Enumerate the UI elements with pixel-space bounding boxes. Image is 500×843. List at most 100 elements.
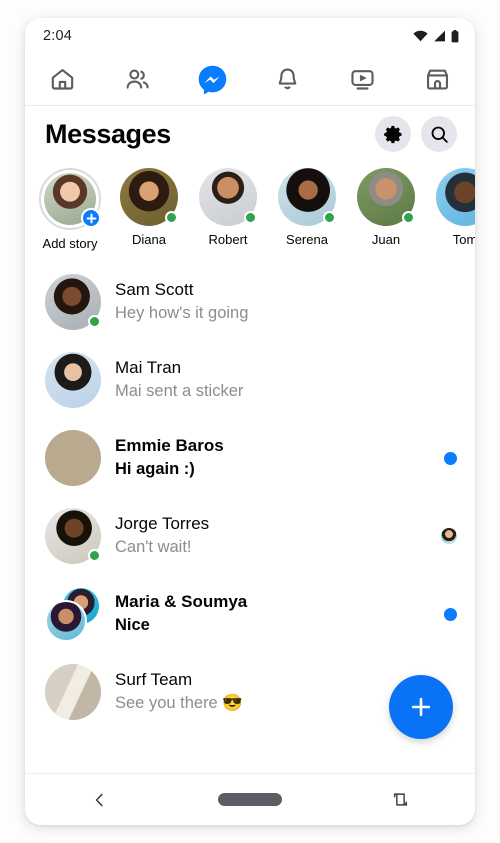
conversation-status	[437, 607, 457, 621]
conversation-avatar	[45, 586, 101, 642]
story-avatar	[357, 168, 415, 226]
conversation-row-jorge-torres[interactable]: Jorge Torres Can't wait!	[25, 497, 475, 575]
cellular-signal-icon	[434, 30, 445, 42]
conversation-text: Mai Tran Mai sent a sticker	[115, 356, 423, 404]
conversation-preview: Nice	[115, 616, 150, 635]
conversation-text: Maria & Soumya Nice	[115, 590, 423, 638]
conversation-avatar	[45, 274, 101, 330]
system-back-button[interactable]	[25, 791, 175, 809]
online-indicator	[244, 211, 257, 224]
online-indicator	[165, 211, 178, 224]
status-bar-clock: 2:04	[43, 28, 73, 44]
conversation-avatar	[45, 430, 101, 486]
system-navigation-bar	[25, 773, 475, 825]
conversation-preview: Mai sent a sticker	[115, 382, 244, 401]
conversation-preview: See you there 😎	[115, 694, 243, 713]
online-indicator	[402, 211, 415, 224]
nav-item-notifications[interactable]	[250, 54, 325, 105]
nav-item-marketplace[interactable]	[400, 54, 475, 105]
search-icon	[431, 126, 448, 143]
conversation-text: Emmie Baros Hi again :)	[115, 434, 423, 482]
conversation-text: Sam Scott Hey how's it going	[115, 278, 423, 326]
system-rotate-button[interactable]	[325, 790, 475, 809]
story-label: Tom	[452, 232, 475, 247]
avatar	[45, 352, 101, 408]
story-label: Add story	[42, 236, 98, 251]
unread-dot	[444, 607, 457, 621]
conversation-avatar	[45, 352, 101, 408]
story-item-robert[interactable]: Robert	[195, 168, 261, 247]
conversation-name: Maria & Soumya	[115, 592, 248, 612]
header-actions	[375, 116, 457, 152]
plus-icon	[411, 697, 431, 717]
group-avatar	[45, 586, 101, 642]
story-avatar	[199, 168, 257, 226]
conversation-name: Mai Tran	[115, 358, 182, 378]
conversation-name: Emmie Baros	[115, 436, 224, 456]
story-item-serena[interactable]: Serena	[274, 168, 340, 247]
search-button[interactable]	[421, 116, 457, 152]
video-icon	[351, 70, 374, 90]
conversation-preview: Hi again :)	[115, 460, 195, 479]
story-label: Robert	[208, 232, 248, 247]
conversation-row-emmie-baros[interactable]: Emmie Baros Hi again :)	[25, 419, 475, 497]
wifi-icon	[413, 30, 428, 42]
story-item-add-story[interactable]: Add story	[37, 168, 103, 251]
story-avatar	[39, 168, 101, 230]
story-item-tom[interactable]: Tom	[432, 168, 475, 247]
add-story-plus-icon	[81, 208, 101, 228]
story-avatar	[120, 168, 178, 226]
conversation-text: Surf Team See you there 😎	[115, 668, 423, 716]
nav-item-messenger[interactable]	[175, 54, 250, 105]
chevron-left-icon	[95, 793, 103, 806]
conversation-row-maria-and-soumya[interactable]: Maria & Soumya Nice	[25, 575, 475, 653]
nav-item-home[interactable]	[25, 54, 100, 105]
screenshot-canvas: 2:04 Messages Add story Diana Robert Ser…	[0, 0, 500, 843]
new-message-fab[interactable]	[389, 675, 453, 739]
online-indicator	[323, 211, 336, 224]
conversation-name: Jorge Torres	[115, 514, 210, 534]
avatar	[45, 664, 101, 720]
nav-item-friends[interactable]	[100, 54, 175, 105]
friends-icon	[126, 69, 149, 89]
conversation-name: Sam Scott	[115, 280, 194, 300]
page-header: Messages	[25, 106, 475, 162]
conversation-status	[437, 451, 457, 465]
story-item-diana[interactable]: Diana	[116, 168, 182, 247]
messenger-icon	[198, 65, 227, 95]
conversation-row-mai-tran[interactable]: Mai Tran Mai sent a sticker	[25, 341, 475, 419]
story-label: Juan	[371, 232, 401, 247]
story-label: Serena	[286, 232, 328, 247]
online-indicator	[88, 549, 101, 562]
conversation-avatar	[45, 664, 101, 720]
status-bar-icons	[413, 29, 459, 43]
status-bar: 2:04	[25, 18, 475, 54]
nav-item-video[interactable]	[325, 54, 400, 105]
online-indicator	[88, 315, 101, 328]
conversation-name: Surf Team	[115, 670, 193, 690]
conversation-text: Jorge Torres Can't wait!	[115, 512, 423, 560]
top-navigation-bar	[25, 54, 475, 106]
avatar	[45, 600, 87, 642]
page-title: Messages	[45, 118, 171, 149]
story-label: Diana	[132, 232, 166, 247]
battery-icon	[451, 29, 459, 42]
phone-frame: 2:04 Messages Add story Diana Robert Ser…	[25, 18, 475, 825]
unread-dot	[444, 451, 457, 465]
bell-icon	[278, 68, 297, 90]
system-home-button[interactable]	[175, 793, 325, 806]
stories-row[interactable]: Add story Diana Robert Serena Juan Tom	[25, 162, 475, 259]
home-icon	[51, 68, 74, 90]
conversation-row-sam-scott[interactable]: Sam Scott Hey how's it going	[25, 263, 475, 341]
home-pill-icon	[218, 793, 282, 806]
rotate-screen-icon	[393, 793, 407, 806]
gear-icon	[383, 125, 401, 143]
seen-by-avatar	[441, 528, 457, 544]
conversation-preview: Can't wait!	[115, 538, 192, 557]
conversation-avatar	[45, 508, 101, 564]
settings-button[interactable]	[375, 116, 411, 152]
marketplace-icon	[426, 69, 449, 90]
story-item-juan[interactable]: Juan	[353, 168, 419, 247]
avatar	[45, 430, 101, 486]
conversation-preview: Hey how's it going	[115, 304, 249, 323]
